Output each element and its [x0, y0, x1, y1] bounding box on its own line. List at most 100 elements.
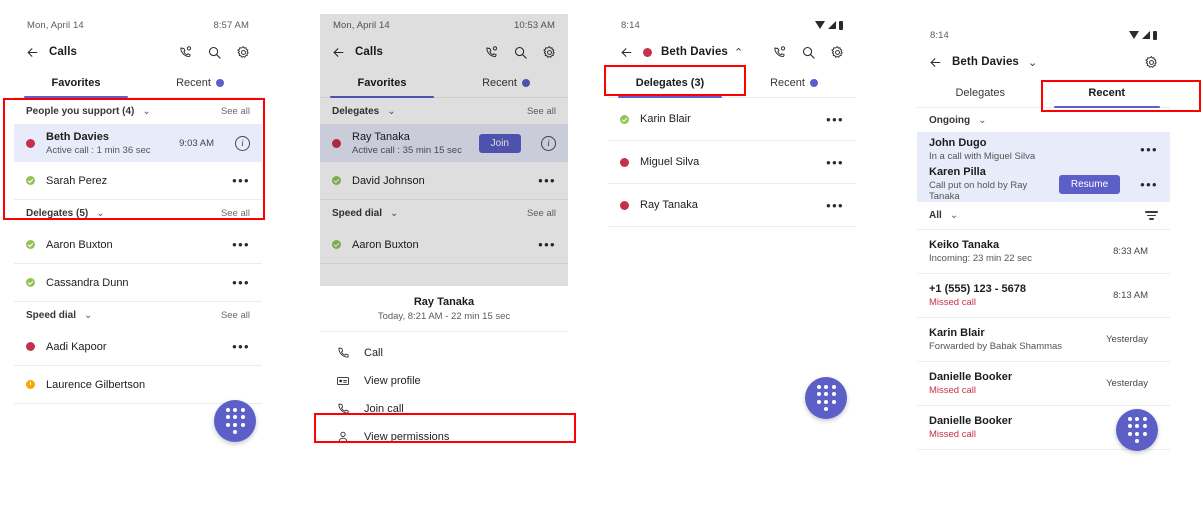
- table-row[interactable]: Aadi Kapoor •••: [14, 328, 262, 366]
- battery-icon: [839, 20, 843, 30]
- chevron-down-icon[interactable]: ⌄: [84, 310, 92, 321]
- presence-busy-icon: [26, 342, 35, 351]
- table-row[interactable]: Beth Davies Active call : 1 min 36 sec 9…: [14, 124, 262, 162]
- tab-recent[interactable]: Recent: [138, 68, 262, 97]
- page-title: Beth Davies: [952, 56, 1019, 68]
- fab-dot: [225, 407, 230, 412]
- section-header-ongoing[interactable]: Ongoing ⌄: [917, 108, 1170, 132]
- tab-delegates[interactable]: Delegates (3): [608, 68, 732, 98]
- sheet-item-view-permissions[interactable]: View permissions: [320, 423, 568, 451]
- filter-bar[interactable]: All ⌄: [917, 202, 1170, 230]
- more-options-icon[interactable]: •••: [232, 174, 250, 187]
- table-row[interactable]: Sarah Perez •••: [14, 162, 262, 200]
- table-row[interactable]: John Dugo In a call with Miguel Silva ••…: [917, 132, 1170, 166]
- table-row[interactable]: Aaron Buxton •••: [14, 226, 262, 264]
- gear-icon[interactable]: [236, 45, 251, 60]
- contact-card-icon: [336, 374, 350, 388]
- page-title: Calls: [49, 46, 77, 58]
- more-options-icon[interactable]: •••: [1140, 178, 1158, 191]
- phone-icon: [336, 346, 350, 360]
- status-date: Mon, April 14: [27, 19, 84, 31]
- see-all-link[interactable]: See all: [221, 310, 250, 321]
- tab-delegates[interactable]: Delegates: [917, 78, 1044, 107]
- table-row[interactable]: Karin Blair •••: [608, 98, 856, 141]
- status-bar-4: 8:14: [917, 24, 1170, 46]
- section-header-delegates[interactable]: Delegates (5) ⌄ See all: [14, 200, 262, 226]
- section-label: Ongoing: [929, 114, 971, 126]
- tab-badge-dot: [215, 78, 224, 87]
- more-options-icon[interactable]: •••: [826, 156, 844, 169]
- sheet-item-view-profile[interactable]: View profile: [320, 367, 568, 395]
- chevron-down-icon[interactable]: ⌄: [142, 106, 150, 117]
- sheet-item-call[interactable]: Call: [320, 339, 568, 367]
- fab-dot: [831, 384, 836, 389]
- more-options-icon[interactable]: •••: [826, 113, 844, 126]
- see-all-link[interactable]: See all: [221, 208, 250, 219]
- table-row[interactable]: Karin Blair Forwarded by Babak Shammas Y…: [917, 318, 1170, 362]
- dialpad-fab[interactable]: [214, 400, 256, 442]
- table-row[interactable]: Danielle Booker Missed call Yesterday: [917, 362, 1170, 406]
- tab-recent[interactable]: Recent: [732, 68, 856, 97]
- gear-icon[interactable]: [830, 45, 845, 60]
- presence-available-icon: [26, 240, 35, 249]
- gear-icon[interactable]: [1144, 55, 1159, 70]
- section-header-speed-dial[interactable]: Speed dial ⌄ See all: [14, 302, 262, 328]
- table-row[interactable]: Keiko Tanaka Incoming: 23 min 22 sec 8:3…: [917, 230, 1170, 274]
- filter-icon[interactable]: [1145, 211, 1158, 220]
- see-all-link[interactable]: See all: [221, 106, 250, 117]
- call-detail: Forwarded by Babak Shammas: [929, 341, 1063, 352]
- call-name: Karin Blair: [929, 327, 985, 339]
- chevron-down-icon[interactable]: ⌄: [1028, 56, 1037, 69]
- dialpad-fab[interactable]: [1116, 409, 1158, 451]
- status-clock: 8:14: [930, 29, 949, 41]
- tab-label: Delegates (3): [635, 76, 705, 89]
- table-row[interactable]: Miguel Silva •••: [608, 141, 856, 184]
- wifi-icon: [815, 21, 825, 29]
- table-row[interactable]: +1 (555) 123 - 5678 Missed call 8:13 AM: [917, 274, 1170, 318]
- chevron-down-icon[interactable]: ⌄: [978, 115, 986, 126]
- more-options-icon[interactable]: •••: [826, 199, 844, 212]
- call-person-icon[interactable]: [178, 45, 193, 60]
- more-options-icon[interactable]: •••: [232, 340, 250, 353]
- resume-button[interactable]: Resume: [1058, 174, 1121, 194]
- status-indicators: [815, 20, 843, 30]
- chevron-up-icon[interactable]: ⌃: [734, 46, 743, 59]
- filter-label: All: [929, 210, 942, 221]
- contact-name: Karen Pilla: [929, 166, 986, 178]
- tab-active-underline: [617, 96, 723, 98]
- chevron-down-icon[interactable]: ⌄: [96, 208, 104, 219]
- fab-dot: [240, 422, 245, 427]
- presence-available-icon: [620, 114, 629, 124]
- back-arrow-icon[interactable]: [619, 45, 634, 60]
- phone-screen-1: Mon, April 14 8:57 AM Calls Favorites Re…: [14, 14, 262, 474]
- search-icon[interactable]: [207, 45, 222, 60]
- bottom-sheet: Ray Tanaka Today, 8:21 AM - 22 min 15 se…: [320, 286, 568, 459]
- tab-favorites[interactable]: Favorites: [14, 68, 138, 98]
- modal-scrim[interactable]: [320, 14, 568, 286]
- phone-screen-4: 8:14 Beth Davies ⌄ Delegates Recent Ongo…: [917, 24, 1170, 494]
- info-icon[interactable]: i: [235, 135, 250, 151]
- dialpad-fab[interactable]: [805, 377, 847, 419]
- call-name: Danielle Booker: [929, 415, 1013, 427]
- more-options-icon[interactable]: •••: [1140, 143, 1158, 156]
- table-row[interactable]: Karen Pilla Call put on hold by Ray Tana…: [917, 166, 1170, 202]
- call-name: +1 (555) 123 - 5678: [929, 283, 1026, 295]
- more-options-icon[interactable]: •••: [232, 276, 250, 289]
- contact-name: Karin Blair: [640, 113, 691, 125]
- sheet-item-join-call[interactable]: Join call: [320, 395, 568, 423]
- tab-label: Recent: [770, 76, 805, 89]
- table-row[interactable]: Cassandra Dunn •••: [14, 264, 262, 302]
- wifi-icon: [1129, 31, 1139, 39]
- back-arrow-icon[interactable]: [25, 45, 40, 60]
- chevron-down-icon[interactable]: ⌄: [950, 210, 958, 221]
- more-options-icon[interactable]: •••: [232, 238, 250, 251]
- tab-recent[interactable]: Recent: [1044, 78, 1171, 108]
- contact-name: Aadi Kapoor: [46, 340, 107, 353]
- section-label: People you support (4): [26, 105, 135, 117]
- back-arrow-icon[interactable]: [928, 55, 943, 70]
- table-row[interactable]: Laurence Gilbertson: [14, 366, 262, 404]
- call-person-icon[interactable]: [772, 45, 787, 60]
- section-header-people-you-support[interactable]: People you support (4) ⌄ See all: [14, 98, 262, 124]
- table-row[interactable]: Ray Tanaka •••: [608, 184, 856, 227]
- search-icon[interactable]: [801, 45, 816, 60]
